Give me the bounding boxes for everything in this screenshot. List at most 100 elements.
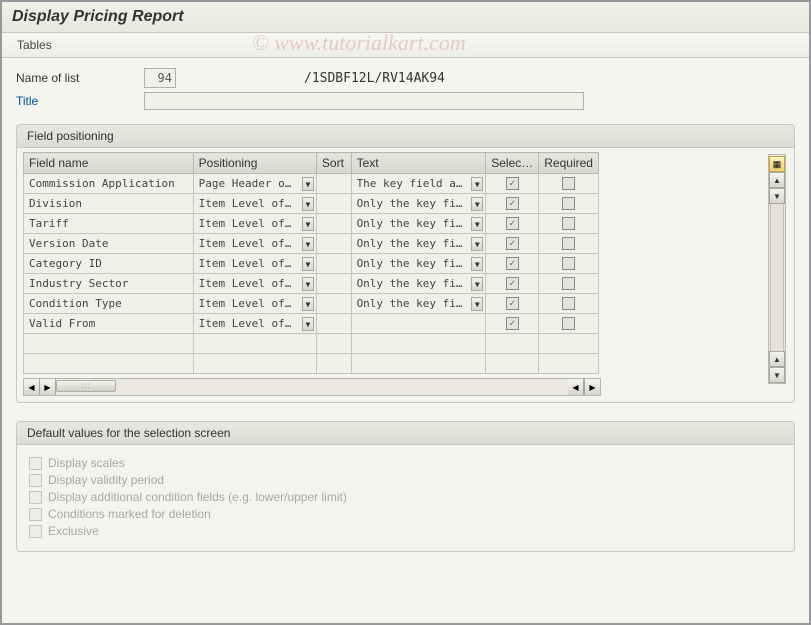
positioning-dropdown[interactable]: Item Level of…▼: [193, 214, 316, 234]
text-dropdown[interactable]: Only the key fi…▼: [351, 254, 486, 274]
required-checkbox-cell[interactable]: [539, 194, 599, 214]
checkbox-icon[interactable]: [562, 177, 575, 190]
col-header-selec[interactable]: Selec…: [486, 153, 539, 174]
required-checkbox-cell[interactable]: [539, 174, 599, 194]
scroll-right-page-icon[interactable]: ◀: [568, 379, 584, 395]
required-checkbox-cell[interactable]: [539, 254, 599, 274]
tables-menu-button[interactable]: Tables: [17, 38, 52, 52]
selec-checkbox-cell[interactable]: [486, 234, 539, 254]
required-checkbox-cell[interactable]: [539, 314, 599, 334]
checkbox-icon[interactable]: [506, 177, 519, 190]
scroll-right-icon[interactable]: ▶: [584, 379, 600, 395]
hscroll-track[interactable]: :::: [56, 379, 568, 395]
title-label[interactable]: Title: [16, 94, 136, 108]
dropdown-arrow-icon[interactable]: ▼: [471, 237, 483, 251]
field-name-cell[interactable]: Valid From: [24, 314, 194, 334]
text-dropdown[interactable]: Only the key fi…▼: [351, 194, 486, 214]
dropdown-arrow-icon[interactable]: ▼: [302, 177, 314, 191]
field-name-cell[interactable]: Commission Application: [24, 174, 194, 194]
selec-checkbox-cell[interactable]: [486, 314, 539, 334]
dropdown-arrow-icon[interactable]: ▼: [302, 277, 314, 291]
horizontal-scrollbar[interactable]: ◀ ▶ ::: ◀ ▶: [23, 378, 601, 396]
text-dropdown[interactable]: The key field a…▼: [351, 174, 486, 194]
dropdown-arrow-icon[interactable]: ▼: [471, 217, 483, 231]
vertical-scrollbar[interactable]: ▦ ▲ ▼ ▲ ▼: [768, 154, 786, 384]
checkbox-icon[interactable]: [506, 237, 519, 250]
selec-checkbox-cell[interactable]: [486, 294, 539, 314]
dropdown-arrow-icon[interactable]: ▼: [471, 197, 483, 211]
scroll-down-step-icon[interactable]: ▼: [769, 188, 785, 204]
checkbox-icon[interactable]: [29, 457, 42, 470]
selec-checkbox-cell[interactable]: [486, 274, 539, 294]
scroll-track[interactable]: [770, 204, 784, 351]
text-dropdown[interactable]: [351, 314, 486, 334]
text-dropdown[interactable]: Only the key fi…▼: [351, 294, 486, 314]
checkbox-icon[interactable]: [29, 525, 42, 538]
scroll-up-icon[interactable]: ▲: [769, 172, 785, 188]
col-header-sort[interactable]: Sort: [316, 153, 351, 174]
checkbox-icon[interactable]: [562, 217, 575, 230]
field-name-cell[interactable]: Category ID: [24, 254, 194, 274]
name-of-list-input[interactable]: [144, 68, 176, 88]
dropdown-arrow-icon[interactable]: ▼: [302, 217, 314, 231]
checkbox-icon[interactable]: [562, 317, 575, 330]
text-dropdown[interactable]: Only the key fi…▼: [351, 274, 486, 294]
checkbox-icon[interactable]: [562, 237, 575, 250]
selec-checkbox-cell[interactable]: [486, 174, 539, 194]
dropdown-arrow-icon[interactable]: ▼: [302, 197, 314, 211]
dropdown-arrow-icon[interactable]: ▼: [471, 297, 483, 311]
checkbox-icon[interactable]: [562, 257, 575, 270]
col-header-positioning[interactable]: Positioning: [193, 153, 316, 174]
required-checkbox-cell[interactable]: [539, 214, 599, 234]
selec-checkbox-cell[interactable]: [486, 194, 539, 214]
scroll-left-page-icon[interactable]: ▶: [40, 379, 56, 395]
field-name-cell[interactable]: Tariff: [24, 214, 194, 234]
sort-cell[interactable]: [316, 194, 351, 214]
field-name-cell[interactable]: Industry Sector: [24, 274, 194, 294]
checkbox-icon[interactable]: [506, 317, 519, 330]
title-input[interactable]: [144, 92, 584, 110]
sort-cell[interactable]: [316, 234, 351, 254]
field-name-cell[interactable]: Condition Type: [24, 294, 194, 314]
positioning-dropdown[interactable]: Item Level of…▼: [193, 274, 316, 294]
checkbox-icon[interactable]: [29, 491, 42, 504]
checkbox-icon[interactable]: [506, 257, 519, 270]
scroll-left-icon[interactable]: ◀: [24, 379, 40, 395]
positioning-dropdown[interactable]: Item Level of…▼: [193, 234, 316, 254]
col-header-required[interactable]: Required: [539, 153, 599, 174]
sort-cell[interactable]: [316, 254, 351, 274]
field-name-cell[interactable]: Version Date: [24, 234, 194, 254]
positioning-dropdown[interactable]: Item Level of…▼: [193, 294, 316, 314]
required-checkbox-cell[interactable]: [539, 234, 599, 254]
text-dropdown[interactable]: Only the key fi…▼: [351, 234, 486, 254]
sort-cell[interactable]: [316, 294, 351, 314]
checkbox-icon[interactable]: [506, 197, 519, 210]
required-checkbox-cell[interactable]: [539, 294, 599, 314]
checkbox-icon[interactable]: [29, 508, 42, 521]
sort-cell[interactable]: [316, 274, 351, 294]
text-dropdown[interactable]: Only the key fi…▼: [351, 214, 486, 234]
selec-checkbox-cell[interactable]: [486, 214, 539, 234]
positioning-dropdown[interactable]: Page Header o…▼: [193, 174, 316, 194]
hscroll-thumb[interactable]: :::: [56, 380, 116, 392]
dropdown-arrow-icon[interactable]: ▼: [471, 277, 483, 291]
dropdown-arrow-icon[interactable]: ▼: [302, 257, 314, 271]
positioning-dropdown[interactable]: Item Level of…▼: [193, 254, 316, 274]
required-checkbox-cell[interactable]: [539, 274, 599, 294]
sort-cell[interactable]: [316, 314, 351, 334]
dropdown-arrow-icon[interactable]: ▼: [302, 297, 314, 311]
positioning-dropdown[interactable]: Item Level of…▼: [193, 314, 316, 334]
checkbox-icon[interactable]: [506, 277, 519, 290]
scroll-down-icon[interactable]: ▼: [769, 367, 785, 383]
checkbox-icon[interactable]: [562, 277, 575, 290]
field-name-cell[interactable]: Division: [24, 194, 194, 214]
table-settings-icon[interactable]: ▦: [769, 156, 785, 172]
sort-cell[interactable]: [316, 214, 351, 234]
col-header-fieldname[interactable]: Field name: [24, 153, 194, 174]
sort-cell[interactable]: [316, 174, 351, 194]
checkbox-icon[interactable]: [506, 217, 519, 230]
scroll-up-end-icon[interactable]: ▲: [769, 351, 785, 367]
checkbox-icon[interactable]: [29, 474, 42, 487]
dropdown-arrow-icon[interactable]: ▼: [302, 237, 314, 251]
selec-checkbox-cell[interactable]: [486, 254, 539, 274]
